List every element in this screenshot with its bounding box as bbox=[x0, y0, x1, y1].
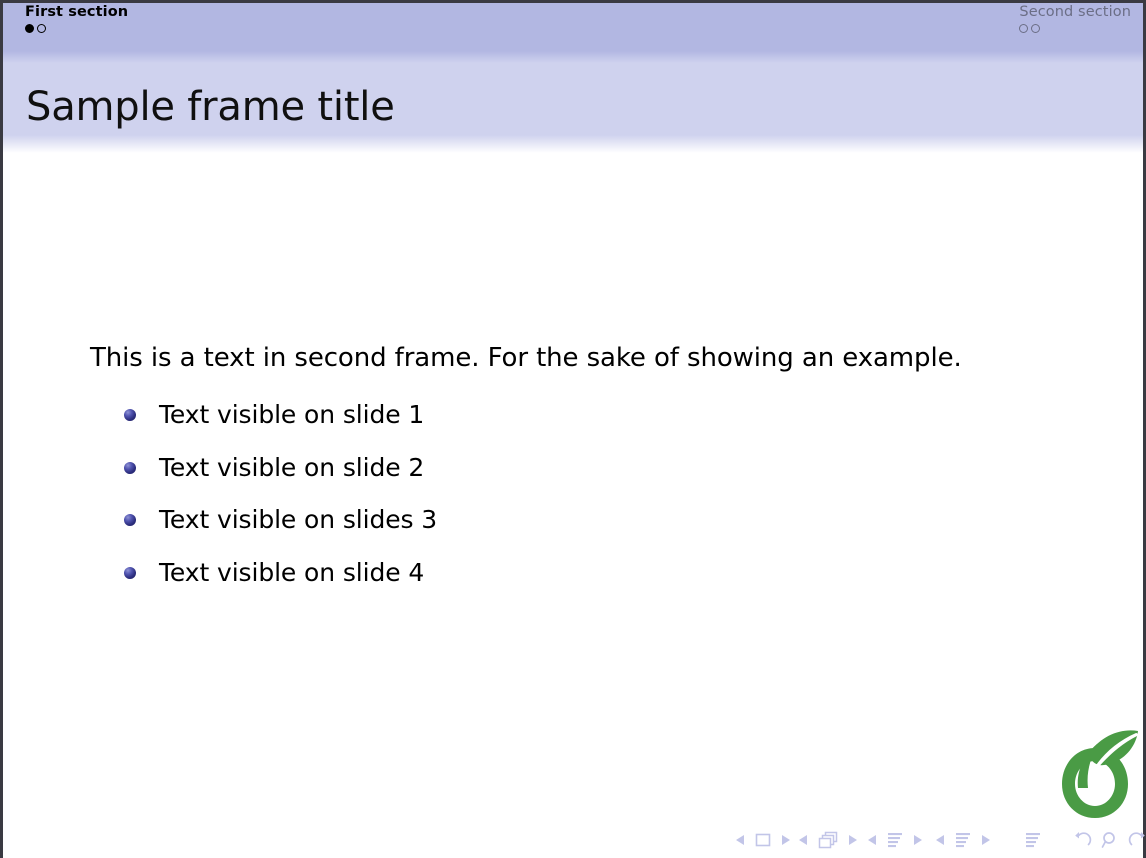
nav-group-section bbox=[935, 828, 991, 852]
prev-slide-arrow-icon[interactable] bbox=[735, 828, 746, 852]
subsection-lines-icon[interactable] bbox=[887, 828, 903, 852]
bullet-sphere-icon bbox=[124, 566, 136, 579]
slide-dot-hollow[interactable] bbox=[1031, 24, 1041, 33]
prev-frame-arrow-icon[interactable] bbox=[798, 828, 809, 852]
nav-section-second[interactable]: Second section bbox=[1019, 4, 1131, 36]
back-arrow-icon[interactable] bbox=[1074, 828, 1092, 852]
beamer-slide: First section Second section Sample fram… bbox=[0, 0, 1146, 858]
slide-square-icon[interactable] bbox=[755, 828, 771, 852]
bullet-list: Text visible on slide 1 Text visible on … bbox=[124, 396, 437, 606]
beamer-navigation-symbols bbox=[735, 828, 1145, 852]
bullet-sphere-icon bbox=[124, 514, 136, 526]
page-title: Sample frame title bbox=[26, 84, 395, 130]
next-frame-arrow-icon[interactable] bbox=[847, 828, 858, 852]
list-item-label: Text visible on slide 4 bbox=[159, 557, 425, 587]
section-title-first[interactable]: First section bbox=[25, 4, 128, 21]
headline-bar-fade bbox=[3, 51, 1143, 63]
bullet-sphere-icon bbox=[124, 409, 136, 421]
section-lines-icon[interactable] bbox=[955, 828, 971, 852]
nav-group-tools bbox=[1074, 828, 1146, 852]
slide-dot-filled[interactable] bbox=[25, 24, 34, 33]
section-dots-second bbox=[1019, 22, 1131, 36]
list-item-label: Text visible on slide 1 bbox=[159, 400, 425, 429]
forward-arrow-icon[interactable] bbox=[1128, 828, 1146, 852]
presentation-lines-icon[interactable] bbox=[1025, 828, 1041, 852]
frame-title-band-fade bbox=[3, 135, 1143, 153]
section-dots-first bbox=[25, 22, 128, 36]
prev-subsection-arrow-icon[interactable] bbox=[867, 828, 878, 852]
nav-group-slide bbox=[735, 828, 791, 852]
list-item-label: Text visible on slides 3 bbox=[159, 505, 438, 534]
next-subsection-arrow-icon[interactable] bbox=[912, 828, 923, 852]
nav-section-first[interactable]: First section bbox=[25, 4, 128, 36]
nav-group-subsection bbox=[867, 828, 923, 852]
overleaf-logo-icon bbox=[1050, 722, 1142, 822]
bullet-sphere-icon bbox=[124, 461, 136, 474]
next-section-arrow-icon[interactable] bbox=[980, 828, 991, 852]
list-item-label: Text visible on slide 2 bbox=[159, 452, 425, 482]
next-slide-arrow-icon[interactable] bbox=[780, 828, 791, 852]
prev-section-arrow-icon[interactable] bbox=[935, 828, 946, 852]
list-item: Text visible on slide 2 bbox=[124, 449, 437, 502]
frames-stack-icon[interactable] bbox=[818, 828, 838, 852]
nav-group-frame bbox=[798, 828, 858, 852]
list-item: Text visible on slide 1 bbox=[124, 396, 437, 449]
slide-dot-hollow[interactable] bbox=[37, 24, 46, 33]
search-icon[interactable] bbox=[1101, 828, 1119, 852]
body-paragraph: This is a text in second frame. For the … bbox=[90, 343, 962, 373]
slide-dot-hollow[interactable] bbox=[1019, 24, 1029, 33]
nav-group-presentation bbox=[1025, 828, 1041, 852]
headline-bar bbox=[3, 3, 1143, 51]
list-item: Text visible on slide 4 bbox=[124, 554, 437, 607]
list-item: Text visible on slides 3 bbox=[124, 501, 437, 554]
section-title-second[interactable]: Second section bbox=[1019, 4, 1131, 21]
